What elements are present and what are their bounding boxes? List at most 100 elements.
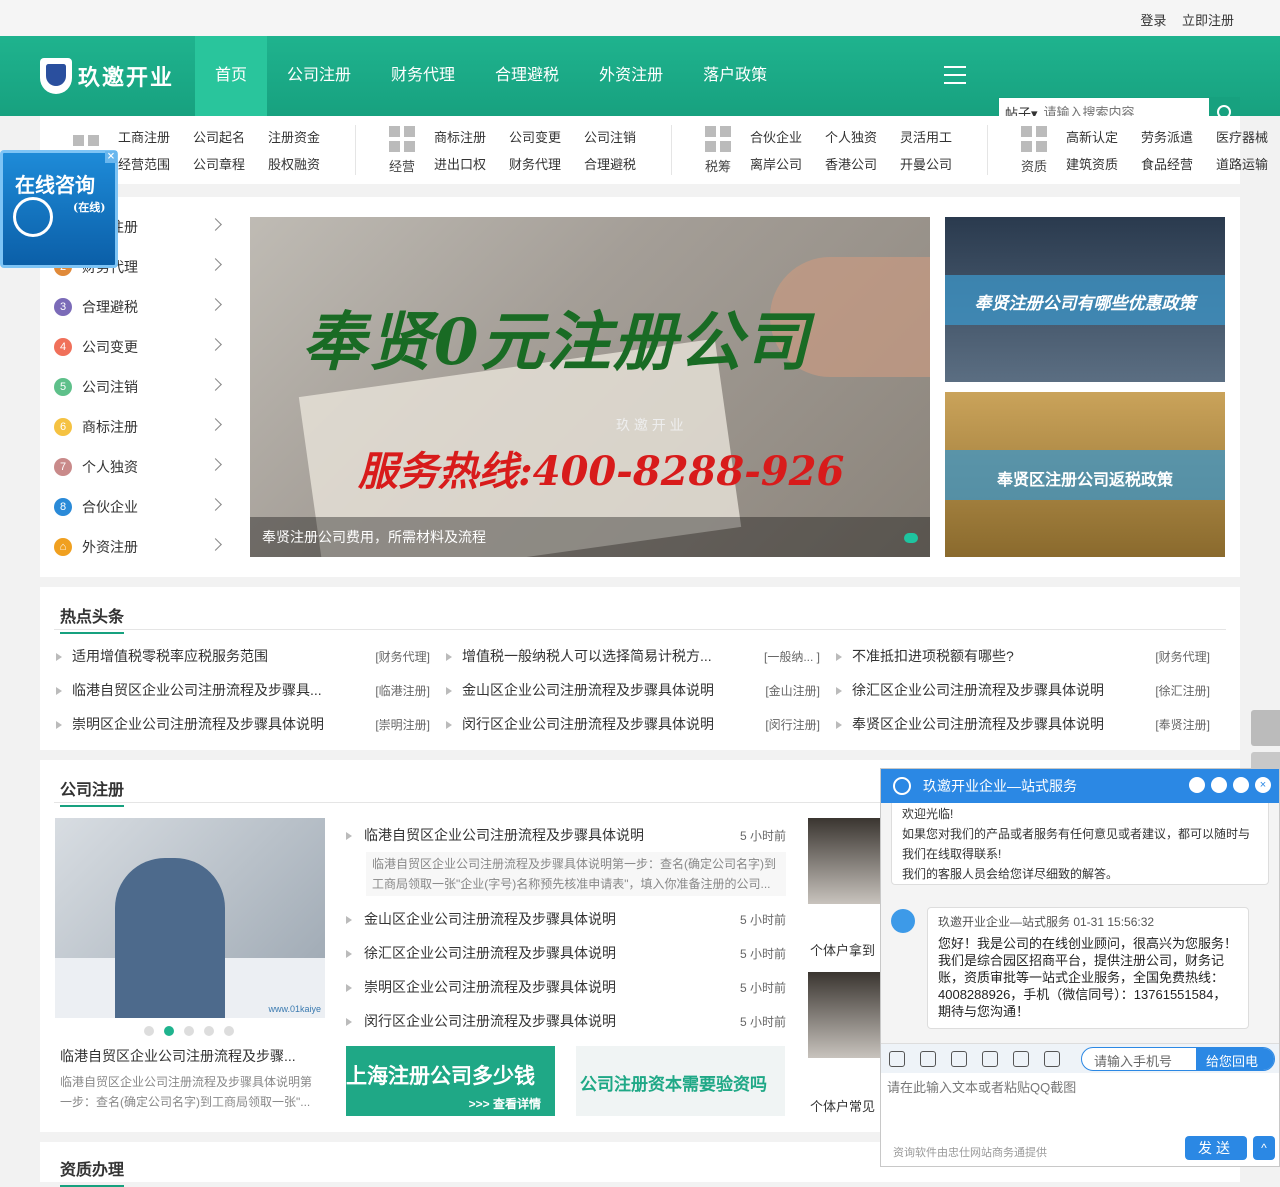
subnav-link[interactable]: 合伙企业 [750,127,825,146]
news-title[interactable]: 闵行区企业公司注册流程及步骤具体说明 [446,714,714,734]
subnav-link[interactable]: 离岸公司 [750,154,825,173]
subnav-link[interactable]: 股权融资 [268,154,343,173]
minimize-icon[interactable] [1233,777,1249,793]
emoji-icon[interactable] [889,1050,905,1067]
carousel-dot[interactable] [164,1026,174,1036]
list-item[interactable]: 金山区企业公司注册流程及步骤具体说明 5 小时前 [346,902,786,936]
banner-caption[interactable]: 奉贤注册公司费用，所需材料及流程 [250,517,930,557]
chat-header[interactable]: 玖邀开业企业—站式服务 × [881,769,1279,803]
chat-input[interactable]: 请在此输入文本或者粘贴QQ截图 [887,1077,1076,1096]
hot-news-item[interactable]: 崇明区企业公司注册流程及步骤具体说明 [崇明注册] [56,713,446,735]
list-item[interactable]: 徐汇区企业公司注册流程及步骤具体说明 5 小时前 [346,936,786,970]
carousel-dot[interactable] [224,1026,234,1036]
news-tag[interactable]: [崇明注册] [375,716,430,733]
subnav-link[interactable]: 医疗器械 [1216,127,1280,146]
news-tag[interactable]: [奉贤注册] [1155,716,1210,733]
hot-news-item[interactable]: 徐汇区企业公司注册流程及步骤具体说明 [徐汇注册] [836,679,1226,701]
hot-news-item[interactable]: 奉贤区企业公司注册流程及步骤具体说明 [奉贤注册] [836,713,1226,735]
news-title[interactable]: 适用增值税零税率应税服务范围 [56,646,268,666]
article-title[interactable]: 临港自贸区企业公司注册流程及步骤具体说明 [346,825,644,845]
thumb-image[interactable] [808,972,880,1058]
phone-input[interactable]: 请输入手机号码 [1082,1048,1196,1070]
news-title[interactable]: 徐汇区企业公司注册流程及步骤具体说明 [836,680,1104,700]
subnav-link[interactable]: 建筑资质 [1066,154,1141,173]
article-title[interactable]: 徐汇区企业公司注册流程及步骤具体说明 [346,943,616,963]
subnav-link[interactable]: 公司变更 [509,127,584,146]
edit-tool-icon[interactable] [1251,710,1280,746]
article-title[interactable]: 金山区企业公司注册流程及步骤具体说明 [346,909,616,929]
carousel-dot[interactable] [184,1026,194,1036]
news-tag[interactable]: [财务代理] [375,648,430,665]
category-item[interactable]: 4 公司变更 [54,327,224,367]
subnav-link[interactable]: 开曼公司 [900,154,975,173]
transfer-icon[interactable] [1189,777,1205,793]
subnav-link[interactable]: 经营范围 [118,154,193,173]
site-logo[interactable]: 玖邀开业 [40,58,174,94]
ad-register-cost[interactable]: 上海注册公司多少钱 >>> 查看详情 [346,1046,555,1116]
hot-news-item[interactable]: 适用增值税零税率应税服务范围 [财务代理] [56,645,446,667]
maximize-icon[interactable] [1211,777,1227,793]
news-title[interactable]: 不准抵扣进项税额有哪些? [836,646,1014,666]
carousel-dot[interactable] [144,1026,154,1036]
wechat-icon[interactable] [920,1050,936,1067]
subnav-link[interactable]: 道路运输 [1216,154,1280,173]
subnav-link[interactable]: 灵活用工 [900,127,975,146]
nav-item-policy[interactable]: 落户政策 [683,36,787,116]
thumb-caption[interactable]: 个体户常见 [810,1096,880,1115]
news-tag[interactable]: [一般纳... ] [764,648,820,665]
nav-item-foreign[interactable]: 外资注册 [579,36,683,116]
feature-caption[interactable]: 临港自贸区企业公司注册流程及步骤... [60,1046,322,1066]
news-tag[interactable]: [财务代理] [1155,648,1210,665]
ad-capital-verify[interactable]: 公司注册资本需要验资吗 [576,1046,785,1116]
hot-news-item[interactable]: 闵行区企业公司注册流程及步骤具体说明 [闵行注册] [446,713,836,735]
list-item[interactable]: 临港自贸区企业公司注册流程及步骤具体说明 5 小时前 [346,818,786,852]
image-icon[interactable] [951,1050,967,1067]
news-title[interactable]: 临港自贸区企业公司注册流程及步骤具... [56,680,322,700]
subnav-link[interactable]: 香港公司 [825,154,900,173]
news-title[interactable]: 增值税一般纳税人可以选择简易计税方... [446,646,712,666]
news-title[interactable]: 崇明区企业公司注册流程及步骤具体说明 [56,714,324,734]
news-tag[interactable]: [金山注册] [765,682,820,699]
subnav-link[interactable]: 进出口权 [434,154,509,173]
close-icon[interactable]: × [105,151,117,163]
news-title[interactable]: 奉贤区企业公司注册流程及步骤具体说明 [836,714,1104,734]
category-item[interactable]: ⌂ 外资注册 [54,527,224,567]
send-button[interactable]: 发送 [1185,1136,1247,1160]
news-tag[interactable]: [闵行注册] [765,716,820,733]
article-title[interactable]: 闵行区企业公司注册流程及步骤具体说明 [346,1011,616,1031]
subnav-link[interactable]: 个人独资 [825,127,900,146]
side-banner-2[interactable]: 奉贤区注册公司返税政策 [945,392,1225,557]
article-title[interactable]: 崇明区企业公司注册流程及步骤具体说明 [346,977,616,997]
news-title[interactable]: 金山区企业公司注册流程及步骤具体说明 [446,680,714,700]
category-item[interactable]: 3 合理避税 [54,287,224,327]
login-link[interactable]: 登录 [1140,13,1166,28]
close-icon[interactable]: × [1255,777,1271,793]
news-tag[interactable]: [临港注册] [375,682,430,699]
subnav-link[interactable]: 高新认定 [1066,127,1141,146]
thumb-caption[interactable]: 个体户拿到 [810,940,880,959]
hot-news-item[interactable]: 金山区企业公司注册流程及步骤具体说明 [金山注册] [446,679,836,701]
nav-item-tax[interactable]: 合理避税 [475,36,579,116]
carousel-dot[interactable] [904,533,918,543]
subnav-link[interactable]: 财务代理 [509,154,584,173]
subnav-link[interactable]: 公司章程 [193,154,268,173]
list-item[interactable]: 闵行区企业公司注册流程及步骤具体说明 5 小时前 [346,1004,786,1038]
feature-image[interactable]: www.01kaiye [55,818,325,1018]
thumb-image[interactable] [808,818,880,904]
file-icon[interactable] [982,1050,998,1067]
category-item[interactable]: 5 公司注销 [54,367,224,407]
nav-item-home[interactable]: 首页 [195,36,268,116]
subnav-link[interactable]: 合理避税 [584,154,659,173]
expand-icon[interactable]: ^ [1253,1136,1275,1160]
nav-item-finance[interactable]: 财务代理 [371,36,475,116]
callback-button[interactable]: 给您回电 [1196,1048,1274,1070]
subnav-link[interactable]: 食品经营 [1141,154,1216,173]
hot-news-item[interactable]: 临港自贸区企业公司注册流程及步骤具... [临港注册] [56,679,446,701]
carousel-dot[interactable] [204,1026,214,1036]
side-banner-1[interactable]: 奉贤注册公司有哪些优惠政策 [945,217,1225,382]
nav-item-company-register[interactable]: 公司注册 [267,36,371,116]
subnav-link[interactable]: 劳务派遣 [1141,127,1216,146]
category-item[interactable]: 8 合伙企业 [54,487,224,527]
category-item[interactable]: 6 商标注册 [54,407,224,447]
main-banner[interactable]: 奉贤0元注册公司 玖 邀 开 业 服务热线:400-8288-926 奉贤注册公… [250,217,930,557]
